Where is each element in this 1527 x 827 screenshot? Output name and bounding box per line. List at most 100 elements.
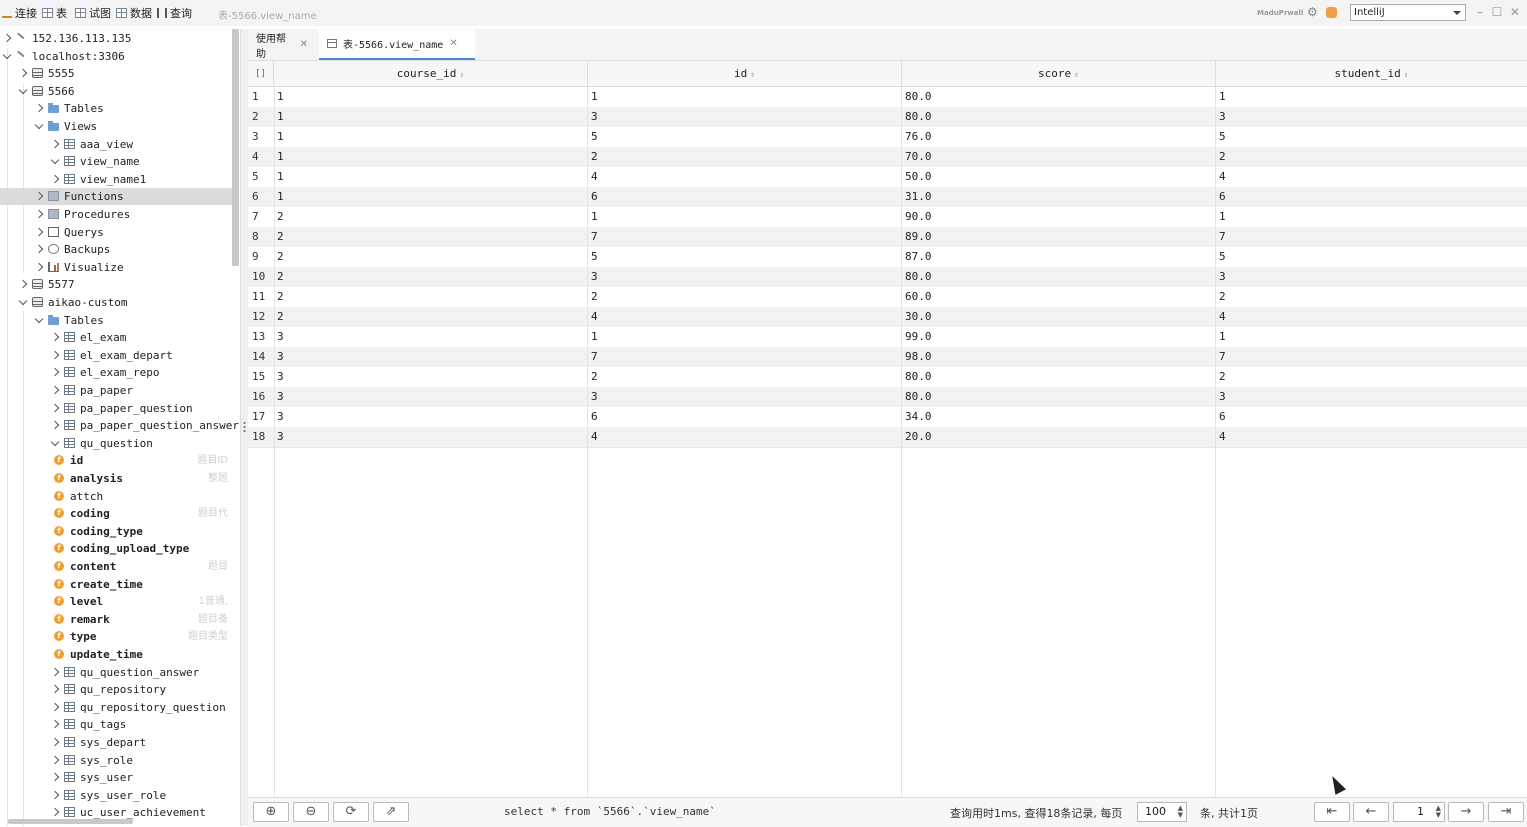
table-cell[interactable]: 70.0 [905,147,932,167]
tree-node[interactable]: sys_role [0,752,232,769]
chevron-down-icon[interactable] [19,87,27,95]
column-header-id[interactable]: id ⇕ [588,61,902,87]
table-button[interactable]: 表 [42,5,67,21]
table-cell[interactable]: 2 [277,307,284,327]
chevron-right-icon[interactable] [51,351,59,359]
table-cell[interactable]: 4 [591,307,598,327]
connect-button[interactable]: 连接 [2,5,37,21]
tree-node[interactable]: pa_paper_question [0,400,232,417]
sort-icon[interactable]: ⇕ [750,70,755,79]
export-button[interactable]: ⇗ [373,802,409,822]
table-row[interactable]: 15 3 2 80.0 2 [248,367,1527,387]
table-row[interactable]: 8 2 7 89.0 7 [248,227,1527,247]
tree-node[interactable]: Visualize [0,259,232,276]
chevron-right-icon[interactable] [51,791,59,799]
plugin-hexagon-icon[interactable] [1326,7,1337,18]
table-cell[interactable]: 3 [277,347,284,367]
table-row[interactable]: 18 3 4 20.0 4 [248,427,1527,447]
tree-node[interactable]: pa_paper_question_answer [0,417,239,434]
table-cell[interactable]: 7 [1219,347,1226,367]
delete-row-button[interactable]: ⊖ [293,802,329,822]
table-cell[interactable]: 90.0 [905,207,932,227]
chevron-right-icon[interactable] [51,368,59,376]
table-cell[interactable]: 3 [591,107,598,127]
grid-corner[interactable]: [] [248,61,274,87]
tree-node[interactable]: f remark 题目备 [0,611,232,628]
next-page-button[interactable]: → [1448,802,1484,822]
chevron-right-icon[interactable] [51,808,59,816]
table-cell[interactable]: 2 [591,147,598,167]
chevron-right-icon[interactable] [51,773,59,781]
tree-node[interactable]: view_name1 [0,171,232,188]
tree-node[interactable]: f update_time [0,646,232,663]
chevron-right-icon[interactable] [35,245,43,253]
prev-page-button[interactable]: ← [1353,802,1389,822]
column-header-course-id[interactable]: course_id ⇕ [274,61,588,87]
chevron-right-icon[interactable] [51,668,59,676]
chevron-right-icon[interactable] [51,386,59,394]
close-icon[interactable]: ✕ [300,39,308,50]
table-cell[interactable]: 7 [591,227,598,247]
tree-node[interactable]: f coding_type [0,523,232,540]
table-cell[interactable]: 30.0 [905,307,932,327]
tree-node[interactable]: f type 题目类型 [0,628,232,645]
chevron-right-icon[interactable] [35,192,43,200]
tree-node[interactable]: qu_repository_question [0,699,232,716]
table-cell[interactable]: 3 [1219,107,1226,127]
theme-select[interactable]: IntelliJ [1350,4,1466,21]
table-cell[interactable]: 7 [591,347,598,367]
page-number-input[interactable]: 1 ▲ ▼ [1393,802,1445,822]
table-cell[interactable]: 20.0 [905,427,932,447]
table-cell[interactable]: 60.0 [905,287,932,307]
table-cell[interactable]: 1 [277,107,284,127]
table-row[interactable]: 5 1 4 50.0 4 [248,167,1527,187]
chevron-right-icon[interactable] [51,720,59,728]
tab-help[interactable]: 使用帮助 ✕ [248,29,316,60]
tab-view-name[interactable]: 表-5566.view_name ✕ [319,29,475,60]
tree-node[interactable]: sys_user_role [0,787,232,804]
table-row[interactable]: 11 2 2 60.0 2 [248,287,1527,307]
table-cell[interactable]: 80.0 [905,267,932,287]
tree-node[interactable]: Procedures [0,206,232,223]
table-cell[interactable]: 1 [277,127,284,147]
chevron-right-icon[interactable] [51,756,59,764]
tree-horizontal-scrollbar[interactable] [8,819,133,824]
tree-node[interactable]: qu_question [0,435,232,452]
tree-node[interactable]: view_name [0,153,232,170]
table-row[interactable]: 4 1 2 70.0 2 [248,147,1527,167]
chevron-right-icon[interactable] [51,685,59,693]
chevron-right-icon[interactable] [35,210,43,218]
tree-node[interactable]: 5566 [0,83,232,100]
table-row[interactable]: 13 3 1 99.0 1 [248,327,1527,347]
table-cell[interactable]: 2 [277,267,284,287]
table-cell[interactable]: 3 [1219,387,1226,407]
tree-node[interactable]: f analysis 整题 [0,470,232,487]
table-row[interactable]: 1 1 1 80.0 1 [248,87,1527,107]
tree-node[interactable]: Backups [0,241,232,258]
table-cell[interactable]: 2 [277,247,284,267]
table-cell[interactable]: 6 [591,187,598,207]
table-cell[interactable]: 1 [1219,207,1226,227]
chevron-right-icon[interactable] [51,703,59,711]
table-cell[interactable]: 5 [1219,247,1226,267]
chevron-down-icon[interactable] [51,157,59,165]
tree-node[interactable]: Tables [0,312,232,329]
table-cell[interactable]: 4 [1219,307,1226,327]
tree-node[interactable]: 5577 [0,276,232,293]
tree-node[interactable]: Tables [0,100,232,117]
chevron-right-icon[interactable] [35,228,43,236]
view-button[interactable]: 试图 [75,5,111,21]
tree-node[interactable]: f create_time [0,576,232,593]
tree-node[interactable]: Views [0,118,232,135]
tree-node[interactable]: qu_tags [0,716,232,733]
table-row[interactable]: 16 3 3 80.0 3 [248,387,1527,407]
table-cell[interactable]: 98.0 [905,347,932,367]
tree-node[interactable]: f attch [0,488,232,505]
table-cell[interactable]: 5 [591,127,598,147]
refresh-button[interactable]: ⟳ [333,802,369,822]
table-row[interactable]: 7 2 1 90.0 1 [248,207,1527,227]
tree-node[interactable]: f content 题目 [0,558,232,575]
chevron-right-icon[interactable] [35,104,43,112]
maximize-button[interactable]: ☐ [1491,5,1503,19]
table-cell[interactable]: 50.0 [905,167,932,187]
